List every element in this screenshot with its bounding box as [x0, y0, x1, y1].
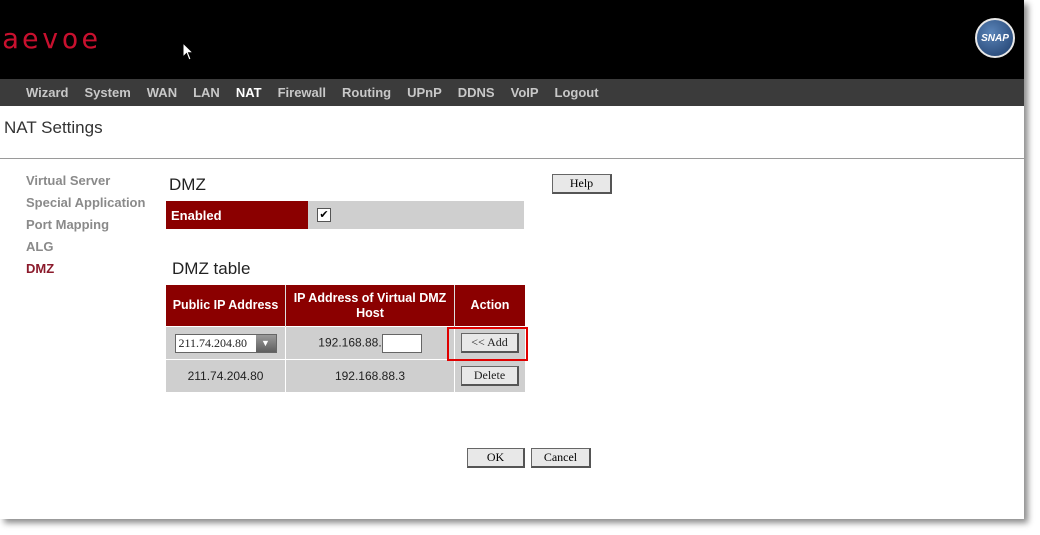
divider	[0, 158, 1024, 159]
chevron-down-icon[interactable]: ▼	[255, 334, 276, 352]
dmz-table: Public IP Address IP Address of Virtual …	[166, 285, 525, 392]
nav-item-nat[interactable]: NAT	[236, 85, 262, 100]
cancel-button[interactable]: Cancel	[531, 448, 591, 468]
nav-item-routing[interactable]: Routing	[342, 85, 391, 100]
ok-button[interactable]: OK	[467, 448, 525, 468]
sidebar-item-port-mapping[interactable]: Port Mapping	[26, 217, 145, 239]
nav-item-firewall[interactable]: Firewall	[278, 85, 326, 100]
brand-badge-icon: SNAP	[975, 18, 1015, 58]
dmz-enabled-row: Enabled ✔	[166, 201, 524, 229]
dmz-enabled-checkbox[interactable]: ✔	[317, 208, 331, 222]
nav-item-system[interactable]: System	[85, 85, 131, 100]
browser-window: aevoe SNAP Wizard System WAN LAN NAT Fir…	[0, 0, 1024, 519]
column-header-dmz-host: IP Address of Virtual DMZ Host	[285, 285, 455, 327]
nav-item-lan[interactable]: LAN	[193, 85, 220, 100]
nav-item-voip[interactable]: VoIP	[511, 85, 539, 100]
mouse-cursor-icon	[182, 42, 194, 61]
host-ip-input[interactable]	[381, 333, 422, 353]
sidebar: Virtual Server Special Application Port …	[26, 173, 145, 283]
header-bar: aevoe SNAP	[0, 0, 1024, 79]
nav-item-wan[interactable]: WAN	[147, 85, 177, 100]
page-title: NAT Settings	[4, 118, 103, 137]
table-row-input: 211.74.204.80 ▼ 192.168.88. << Add	[166, 326, 525, 360]
column-header-public-ip: Public IP Address	[166, 285, 286, 327]
nav-item-logout[interactable]: Logout	[555, 85, 599, 100]
sidebar-item-virtual-server[interactable]: Virtual Server	[26, 173, 145, 195]
nav-item-wizard[interactable]: Wizard	[26, 85, 69, 100]
row-host-ip: 192.168.88.3	[285, 359, 455, 392]
enabled-label: Enabled	[166, 201, 308, 229]
dmz-table-title: DMZ table	[172, 259, 251, 278]
nav-item-ddns[interactable]: DDNS	[458, 85, 495, 100]
table-row: 211.74.204.80 192.168.88.3 Delete	[166, 359, 525, 392]
nav-item-upnp[interactable]: UPnP	[407, 85, 442, 100]
delete-button[interactable]: Delete	[461, 366, 519, 386]
add-button[interactable]: << Add	[461, 333, 519, 353]
sidebar-item-special-application[interactable]: Special Application	[26, 195, 145, 217]
help-button[interactable]: Help	[552, 174, 612, 194]
host-ip-prefix: 192.168.88.	[318, 335, 382, 350]
row-public-ip: 211.74.204.80	[166, 359, 286, 392]
sidebar-item-dmz[interactable]: DMZ	[26, 261, 145, 283]
public-ip-select[interactable]: 211.74.204.80 ▼	[174, 333, 277, 353]
dmz-section-title: DMZ	[169, 175, 206, 194]
logo: aevoe	[2, 22, 102, 55]
sidebar-item-alg[interactable]: ALG	[26, 239, 145, 261]
main-nav: Wizard System WAN LAN NAT Firewall Routi…	[0, 79, 1024, 106]
column-header-action: Action	[454, 285, 525, 327]
